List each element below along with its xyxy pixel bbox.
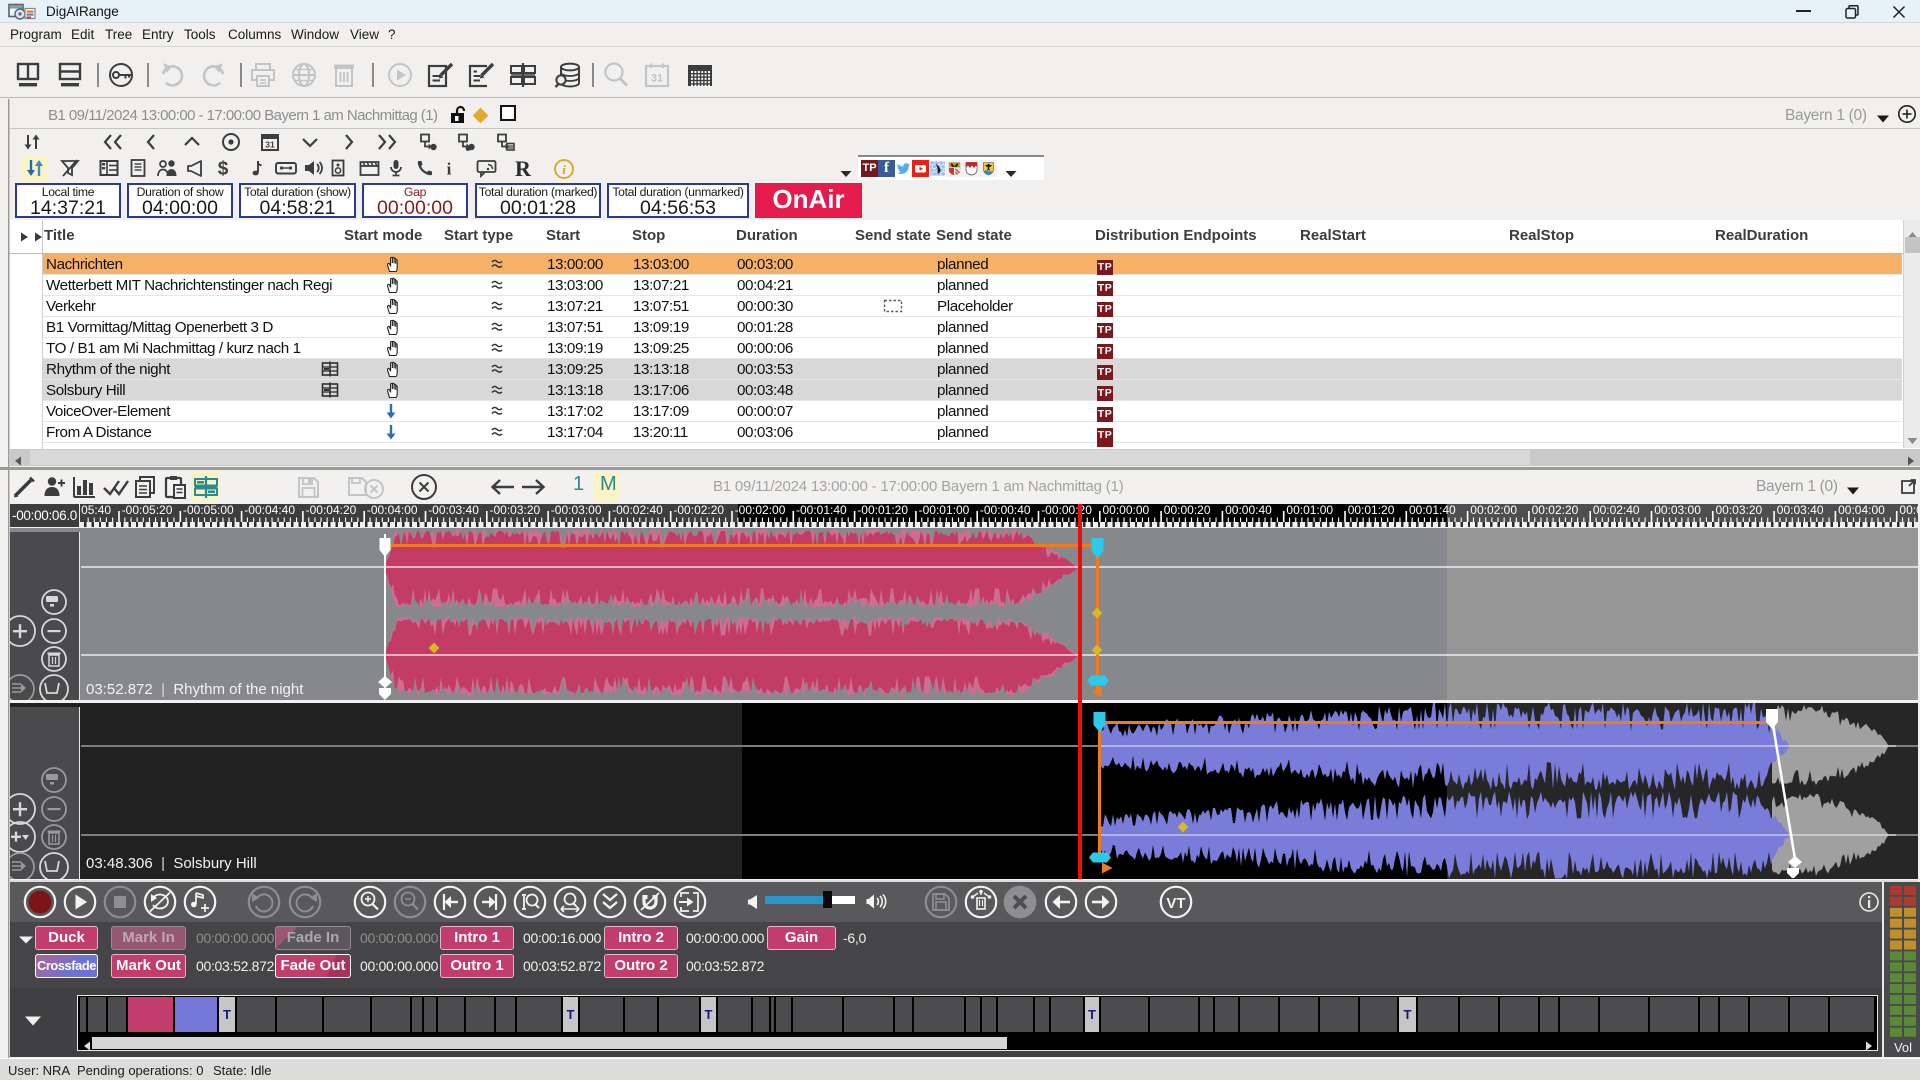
svg-text:-00:03:40: -00:03:40 (428, 504, 479, 517)
svg-text:i: i (562, 162, 566, 177)
svg-text:00:04:00: 00:04:00 (1838, 504, 1885, 517)
svg-text:31: 31 (265, 140, 275, 150)
svg-text:VT: VT (1166, 895, 1185, 912)
svg-text:-00:00:20: -00:00:20 (1041, 504, 1092, 517)
svg-text:-00:03:20: -00:03:20 (490, 504, 541, 517)
svg-text:-00:02:40: -00:02:40 (612, 504, 663, 517)
svg-text:31: 31 (651, 73, 663, 85)
svg-text:00:00:20: 00:00:20 (1164, 504, 1211, 517)
svg-text:-00:00:40: -00:00:40 (980, 504, 1031, 517)
svg-text:-00:01:40: -00:01:40 (796, 504, 847, 517)
svg-text:-00:01:20: -00:01:20 (857, 504, 908, 517)
svg-text:00:03:00: 00:03:00 (1654, 504, 1701, 517)
svg-text:00:01:40: 00:01:40 (1409, 504, 1456, 517)
svg-text:-00:04:00: -00:04:00 (367, 504, 418, 517)
svg-text:00:02:20: 00:02:20 (1532, 504, 1579, 517)
svg-text:-00:05:00: -00:05:00 (183, 504, 234, 517)
svg-text:00:01:00: 00:01:00 (1286, 504, 1333, 517)
svg-text:-00:01:00: -00:01:00 (919, 504, 970, 517)
svg-text:$: $ (218, 159, 229, 179)
svg-text:-00:04:20: -00:04:20 (306, 504, 357, 517)
svg-text:-00:02:00: -00:02:00 (735, 504, 786, 517)
svg-text:i: i (447, 160, 452, 179)
svg-text:Vol: Vol (1894, 1040, 1912, 1055)
svg-text:00:01:20: 00:01:20 (1348, 504, 1395, 517)
svg-text:-00:04:40: -00:04:40 (244, 504, 295, 517)
svg-text:00:02:40: 00:02:40 (1593, 504, 1640, 517)
svg-text:00:03:20: 00:03:20 (1716, 504, 1763, 517)
svg-text:00:03:40: 00:03:40 (1777, 504, 1824, 517)
svg-text:00:00:00: 00:00:00 (1103, 504, 1150, 517)
svg-text:00:04:20: 00:04:20 (1899, 504, 1918, 517)
svg-text:00:00:40: 00:00:40 (1225, 504, 1272, 517)
svg-text:00:02:00: 00:02:00 (1470, 504, 1517, 517)
svg-text:-00:05:20: -00:05:20 (122, 504, 173, 517)
svg-text:-00:03:00: -00:03:00 (551, 504, 602, 517)
svg-text:-00:02:20: -00:02:20 (673, 504, 724, 517)
svg-text:R: R (515, 158, 532, 180)
